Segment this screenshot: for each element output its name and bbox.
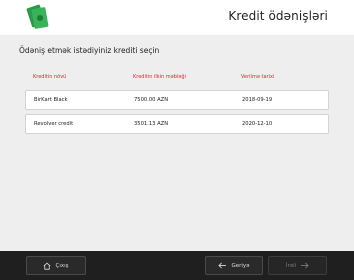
credit-amount: 7500.00 AZN bbox=[134, 97, 169, 103]
credit-type: Revolver credit bbox=[34, 121, 74, 127]
column-header-type: Kreditin növü bbox=[33, 74, 67, 80]
back-button[interactable]: Geriyə bbox=[205, 256, 263, 275]
back-label: Geriyə bbox=[231, 262, 250, 269]
table-row[interactable]: Revolver credit 3501.13 AZN 2020-12-10 bbox=[25, 114, 329, 134]
credit-type: BirKart Black bbox=[34, 97, 68, 103]
select-credit-prompt: Ödəniş etmək istədiyiniz krediti seçin bbox=[19, 46, 160, 55]
table-row[interactable]: BirKart Black 7500.00 AZN 2018-09-19 bbox=[25, 90, 329, 110]
arrow-right-icon bbox=[301, 262, 309, 269]
next-button[interactable]: İrəli bbox=[268, 256, 327, 275]
home-icon bbox=[44, 262, 51, 270]
footer-bar: Çıxış Geriyə İrəli bbox=[0, 251, 354, 280]
credit-date: 2018-09-19 bbox=[242, 97, 273, 103]
credits-table: Kreditin növü Kreditin ilkin məbləği Ver… bbox=[25, 70, 329, 134]
money-icon bbox=[26, 4, 49, 29]
header: Kredit ödənişləri bbox=[0, 0, 354, 35]
table-header: Kreditin növü Kreditin ilkin məbləği Ver… bbox=[25, 70, 329, 86]
credit-date: 2020-12-10 bbox=[242, 121, 273, 127]
credit-amount: 3501.13 AZN bbox=[134, 121, 169, 127]
exit-button[interactable]: Çıxış bbox=[26, 256, 86, 275]
column-header-amount: Kreditin ilkin məbləği bbox=[133, 74, 186, 80]
exit-label: Çıxış bbox=[55, 262, 69, 269]
arrow-left-icon bbox=[218, 262, 227, 269]
page-title: Kredit ödənişləri bbox=[228, 9, 328, 23]
main-panel: Ödəniş etmək istədiyiniz krediti seçin K… bbox=[0, 35, 354, 251]
column-header-date: Verilmə tarixi bbox=[241, 74, 275, 80]
next-label: İrəli bbox=[285, 262, 297, 269]
